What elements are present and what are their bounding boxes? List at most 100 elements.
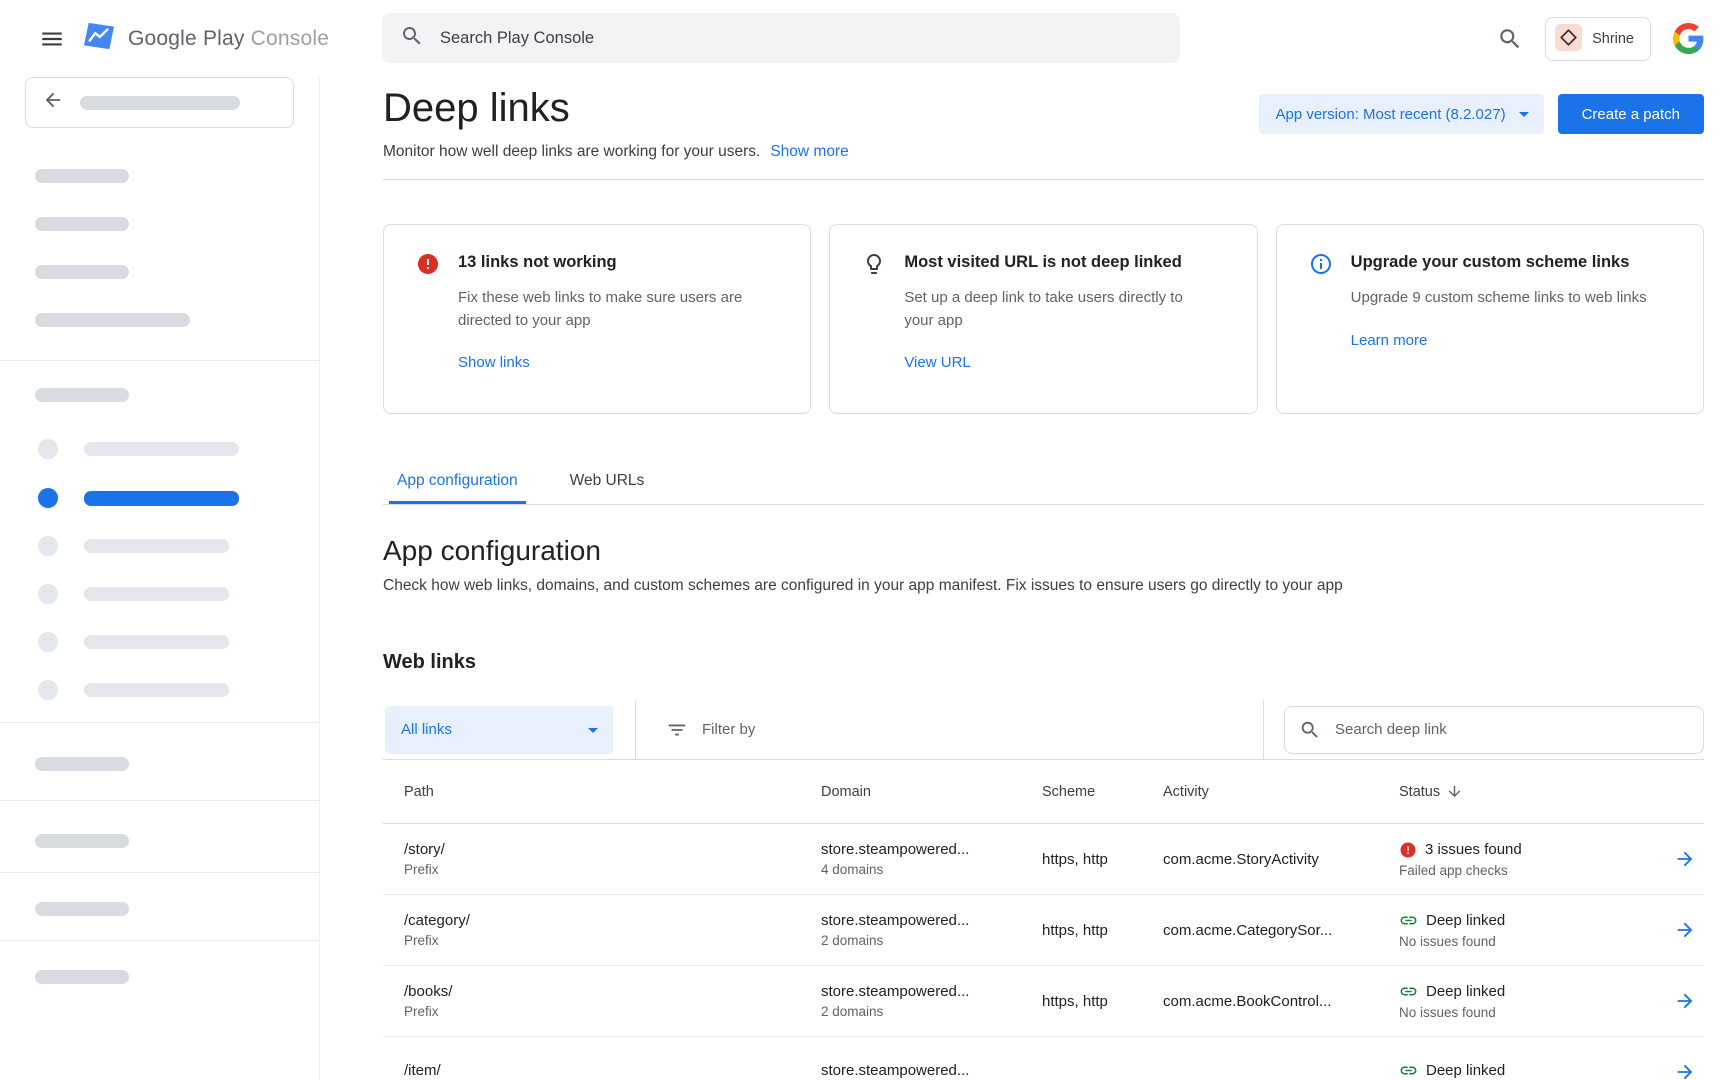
skeleton-dot: [38, 680, 58, 700]
app-switcher-chip[interactable]: Shrine: [1545, 17, 1651, 61]
tab-web-urls[interactable]: Web URLs: [562, 472, 653, 504]
row-path: /books/: [404, 983, 821, 1000]
row-scheme: https, http: [1042, 993, 1163, 1010]
card-title: 13 links not working: [458, 253, 758, 272]
card-body: Upgrade 9 custom scheme links to web lin…: [1351, 287, 1647, 310]
table-row[interactable]: /category/Prefix store.steampowered...2 …: [383, 895, 1704, 966]
web-links-heading: Web links: [383, 651, 1704, 674]
filter-by-button[interactable]: Filter by: [666, 719, 755, 741]
row-domain: store.steampowered...: [821, 912, 1042, 929]
status-header-label: Status: [1399, 784, 1440, 800]
skeleton-dot: [38, 584, 58, 604]
sort-descending-icon: [1446, 783, 1463, 800]
deep-link-search-input[interactable]: [1333, 720, 1689, 739]
skeleton-bar: [35, 970, 129, 984]
section-description: Check how web links, domains, and custom…: [383, 577, 1704, 595]
skeleton-bar: [35, 313, 190, 327]
app-version-dropdown[interactable]: App version: Most recent (8.2.027): [1259, 94, 1543, 134]
row-domain-count: 2 domains: [821, 1004, 1042, 1019]
search-icon: [1299, 719, 1321, 741]
table-row[interactable]: /books/Prefix store.steampowered...2 dom…: [383, 966, 1704, 1037]
tab-app-configuration[interactable]: App configuration: [389, 472, 526, 504]
page-subtitle: Monitor how well deep links are working …: [383, 143, 760, 161]
sidebar: [0, 77, 320, 1080]
skeleton-dot: [38, 439, 58, 459]
row-scheme: https, http: [1042, 922, 1163, 939]
global-search[interactable]: [382, 13, 1180, 63]
dropdown-caret-icon: [581, 718, 605, 742]
sidebar-item[interactable]: [38, 632, 319, 652]
learn-more-link[interactable]: Learn more: [1351, 332, 1647, 349]
back-arrow-icon: [42, 89, 64, 116]
arrow-right-icon[interactable]: [1674, 919, 1696, 941]
skeleton-dot: [38, 488, 58, 508]
menu-icon[interactable]: [33, 0, 71, 77]
row-domain: store.steampowered...: [821, 1062, 1042, 1079]
row-status: 3 issues found: [1425, 841, 1522, 858]
logo-text: Google Play Console: [128, 27, 329, 51]
links-filter-label: All links: [401, 721, 452, 738]
sidebar-item[interactable]: [38, 439, 319, 459]
web-links-table: Path Domain Scheme Activity Status /stor…: [383, 760, 1704, 1080]
show-links-link[interactable]: Show links: [458, 354, 758, 371]
row-activity: com.acme.CategorySor...: [1163, 922, 1399, 939]
table-row[interactable]: /item/ store.steampowered... Deep linked: [383, 1037, 1704, 1080]
sidebar-divider: [0, 360, 319, 361]
show-more-link[interactable]: Show more: [770, 143, 848, 161]
column-header-domain[interactable]: Domain: [821, 784, 1042, 800]
arrow-right-icon[interactable]: [1674, 848, 1696, 870]
skeleton-bar: [84, 683, 229, 697]
deep-link-search[interactable]: [1284, 706, 1704, 754]
search-icon: [400, 24, 424, 53]
lightbulb-icon: [862, 252, 886, 385]
table-row[interactable]: /story/Prefix store.steampowered...4 dom…: [383, 824, 1704, 895]
shrine-app-icon: [1555, 24, 1582, 54]
google-g-icon[interactable]: [1673, 23, 1704, 54]
global-search-input[interactable]: [438, 28, 1162, 49]
arrow-right-icon[interactable]: [1674, 990, 1696, 1012]
sidebar-item-selected[interactable]: [38, 488, 319, 508]
header-divider: [383, 179, 1704, 180]
play-console-logo[interactable]: Google Play Console: [82, 0, 329, 77]
row-status-detail: No issues found: [1399, 1005, 1666, 1020]
row-scheme: https, http: [1042, 851, 1163, 868]
row-status: Deep linked: [1426, 1062, 1505, 1079]
back-button[interactable]: [25, 77, 294, 128]
tab-bar: App configuration Web URLs: [383, 472, 1704, 505]
web-links-toolbar: All links Filter by: [383, 700, 1704, 760]
skeleton-bar: [84, 442, 239, 456]
card-title: Upgrade your custom scheme links: [1351, 253, 1647, 272]
section-heading: App configuration: [383, 535, 1704, 567]
app-chip-label: Shrine: [1592, 31, 1634, 47]
topbar: Google Play Console Shrine: [0, 0, 1728, 77]
sidebar-item[interactable]: [38, 584, 319, 604]
card-title: Most visited URL is not deep linked: [904, 253, 1204, 272]
link-icon: [1399, 1061, 1418, 1080]
column-header-path[interactable]: Path: [404, 784, 821, 800]
card-links-not-working: 13 links not working Fix these web links…: [383, 224, 811, 414]
column-header-status[interactable]: Status: [1399, 783, 1666, 800]
dropdown-caret-icon: [1512, 102, 1536, 126]
row-path-type: Prefix: [404, 862, 821, 877]
row-path-type: Prefix: [404, 933, 821, 948]
table-header: Path Domain Scheme Activity Status: [383, 760, 1704, 824]
row-domain: store.steampowered...: [821, 983, 1042, 1000]
links-filter-dropdown[interactable]: All links: [385, 706, 613, 754]
link-icon: [1399, 982, 1418, 1001]
arrow-right-icon[interactable]: [1674, 1061, 1696, 1080]
create-patch-button[interactable]: Create a patch: [1558, 94, 1704, 134]
view-url-link[interactable]: View URL: [904, 354, 1204, 371]
toolbar-divider: [1263, 700, 1264, 760]
search-icon[interactable]: [1497, 26, 1523, 52]
skeleton-dot: [38, 632, 58, 652]
row-status-detail: Failed app checks: [1399, 863, 1666, 878]
skeleton-bar: [35, 902, 129, 916]
row-path: /story/: [404, 841, 821, 858]
column-header-scheme[interactable]: Scheme: [1042, 784, 1163, 800]
skeleton-bar: [35, 169, 129, 183]
row-path: /item/: [404, 1062, 821, 1079]
sidebar-item[interactable]: [38, 680, 319, 700]
card-body: Fix these web links to make sure users a…: [458, 287, 758, 332]
sidebar-item[interactable]: [38, 536, 319, 556]
column-header-activity[interactable]: Activity: [1163, 784, 1399, 800]
